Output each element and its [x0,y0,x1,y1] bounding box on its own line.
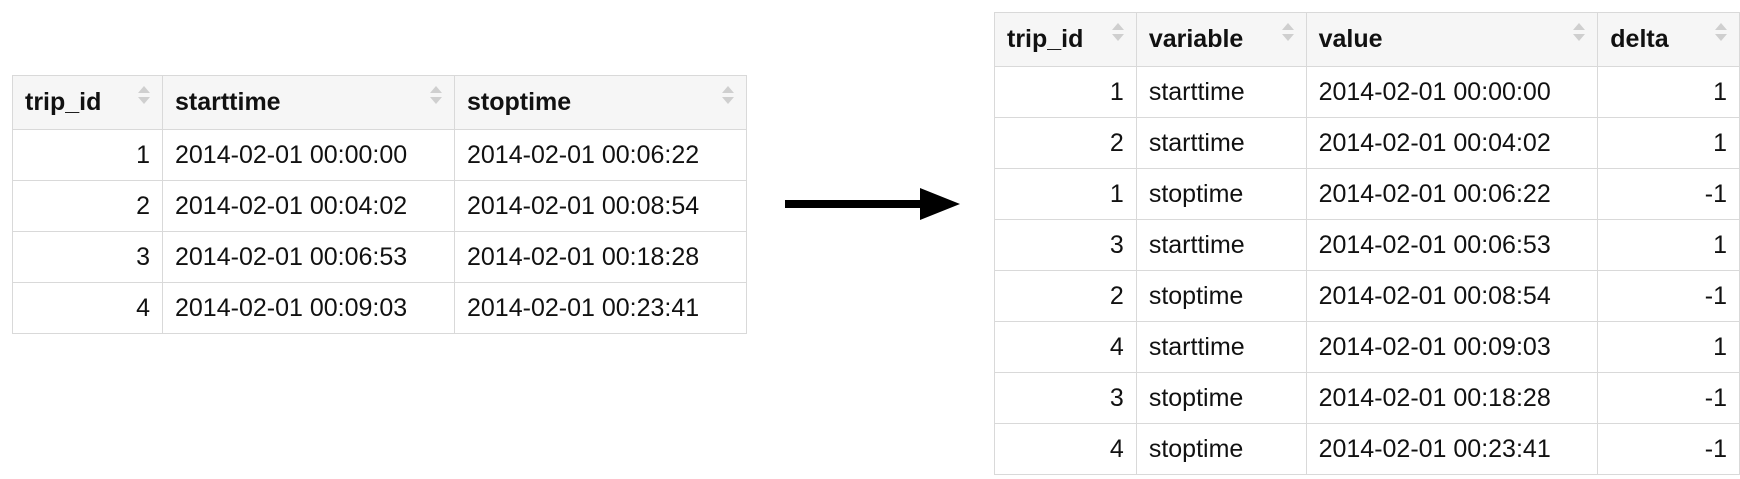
cell-value: 2014-02-01 00:06:53 [1305,219,1599,271]
table-header-row: trip_id variable value delta [994,12,1740,67]
column-header-starttime[interactable]: starttime [162,75,455,130]
cell-starttime: 2014-02-01 00:04:02 [162,180,455,232]
cell-stoptime: 2014-02-01 00:08:54 [454,180,747,232]
sort-arrows-icon[interactable] [138,84,150,110]
cell-variable: starttime [1135,219,1307,271]
column-header-trip-id[interactable]: trip_id [994,12,1137,67]
sort-arrows-icon[interactable] [1111,21,1124,47]
table-row: 1 starttime 2014-02-01 00:00:00 1 [994,66,1740,118]
cell-delta: 1 [1597,219,1740,271]
table-row: 4 2014-02-01 00:09:03 2014-02-01 00:23:4… [12,282,747,334]
table-row: 1 stoptime 2014-02-01 00:06:22 -1 [994,168,1740,220]
cell-delta: -1 [1597,423,1740,475]
table-row: 2 stoptime 2014-02-01 00:08:54 -1 [994,270,1740,322]
cell-trip-id: 4 [12,282,163,334]
column-header-label: trip_id [25,88,102,116]
column-header-label: variable [1148,25,1244,53]
column-header-variable[interactable]: variable [1135,12,1307,67]
column-header-label: value [1318,25,1383,53]
table-row: 3 2014-02-01 00:06:53 2014-02-01 00:18:2… [12,231,747,283]
column-header-value[interactable]: value [1305,12,1599,67]
arrow-right-icon [785,188,960,220]
cell-value: 2014-02-01 00:08:54 [1305,270,1599,322]
cell-variable: stoptime [1135,168,1307,220]
cell-trip-id: 4 [994,423,1137,475]
column-header-stoptime[interactable]: stoptime [454,75,747,130]
cell-delta: 1 [1597,321,1740,373]
table-row: 4 starttime 2014-02-01 00:09:03 1 [994,321,1740,373]
column-header-label: trip_id [1007,25,1084,53]
cell-delta: -1 [1597,372,1740,424]
cell-delta: 1 [1597,66,1740,118]
cell-variable: stoptime [1135,423,1307,475]
cell-variable: stoptime [1135,372,1307,424]
wide-trips-table: trip_id starttime stoptime 1 2014-02-01 … [12,75,747,334]
long-trips-table: trip_id variable value delta 1 starttime… [994,12,1740,475]
column-header-label: stoptime [467,88,572,116]
cell-trip-id: 2 [994,117,1137,169]
cell-starttime: 2014-02-01 00:00:00 [162,129,455,181]
sort-arrows-icon[interactable] [1281,21,1294,47]
column-header-trip-id[interactable]: trip_id [12,75,163,130]
cell-trip-id: 1 [12,129,163,181]
cell-value: 2014-02-01 00:18:28 [1305,372,1599,424]
column-header-label: starttime [175,88,281,116]
cell-value: 2014-02-01 00:23:41 [1305,423,1599,475]
cell-starttime: 2014-02-01 00:09:03 [162,282,455,334]
sort-arrows-icon[interactable] [722,84,734,110]
cell-delta: 1 [1597,117,1740,169]
cell-trip-id: 2 [12,180,163,232]
table-header-row: trip_id starttime stoptime [12,75,747,130]
cell-delta: -1 [1597,270,1740,322]
column-header-delta[interactable]: delta [1597,12,1740,67]
cell-value: 2014-02-01 00:09:03 [1305,321,1599,373]
cell-trip-id: 3 [12,231,163,283]
table-row: 2 2014-02-01 00:04:02 2014-02-01 00:08:5… [12,180,747,232]
cell-value: 2014-02-01 00:00:00 [1305,66,1599,118]
cell-stoptime: 2014-02-01 00:06:22 [454,129,747,181]
table-row: 3 stoptime 2014-02-01 00:18:28 -1 [994,372,1740,424]
cell-starttime: 2014-02-01 00:06:53 [162,231,455,283]
cell-delta: -1 [1597,168,1740,220]
cell-trip-id: 3 [994,372,1137,424]
sort-arrows-icon[interactable] [430,84,442,110]
table-row: 4 stoptime 2014-02-01 00:23:41 -1 [994,423,1740,475]
cell-trip-id: 3 [994,219,1137,271]
table-row: 3 starttime 2014-02-01 00:06:53 1 [994,219,1740,271]
column-header-label: delta [1610,25,1669,53]
cell-trip-id: 4 [994,321,1137,373]
table-row: 1 2014-02-01 00:00:00 2014-02-01 00:06:2… [12,129,747,181]
sort-arrows-icon[interactable] [1715,21,1727,47]
cell-value: 2014-02-01 00:04:02 [1305,117,1599,169]
cell-variable: starttime [1135,117,1307,169]
table-row: 2 starttime 2014-02-01 00:04:02 1 [994,117,1740,169]
cell-stoptime: 2014-02-01 00:18:28 [454,231,747,283]
sort-arrows-icon[interactable] [1573,21,1586,47]
cell-variable: stoptime [1135,270,1307,322]
cell-stoptime: 2014-02-01 00:23:41 [454,282,747,334]
cell-variable: starttime [1135,66,1307,118]
cell-value: 2014-02-01 00:06:22 [1305,168,1599,220]
cell-variable: starttime [1135,321,1307,373]
cell-trip-id: 2 [994,270,1137,322]
cell-trip-id: 1 [994,66,1137,118]
cell-trip-id: 1 [994,168,1137,220]
